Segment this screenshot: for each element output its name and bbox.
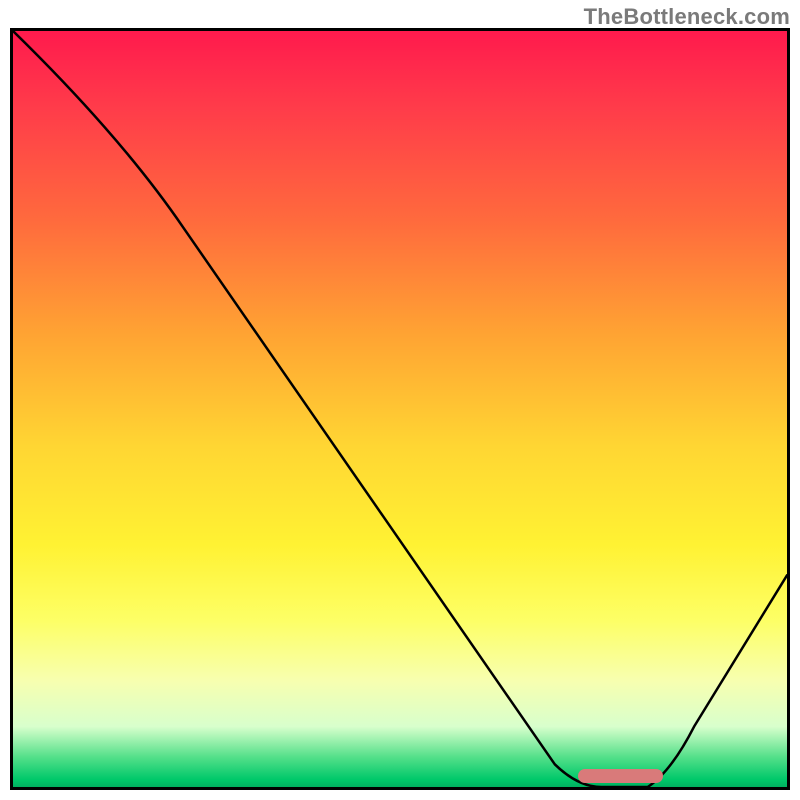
optimal-range-marker xyxy=(578,769,663,783)
bottleneck-curve xyxy=(13,31,787,787)
watermark-text: TheBottleneck.com xyxy=(584,4,790,30)
curve-path xyxy=(13,31,787,787)
chart-frame xyxy=(10,28,790,790)
